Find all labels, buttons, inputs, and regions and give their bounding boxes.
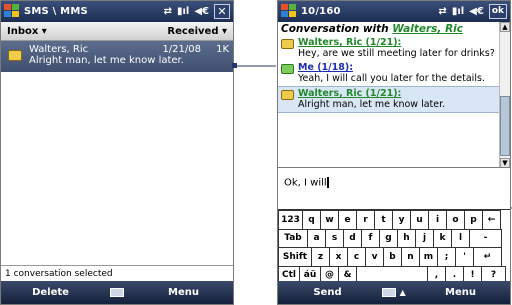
conversation-thread[interactable]: Conversation with Walters, Ric Walters, … <box>278 22 510 168</box>
text-cursor <box>326 177 329 188</box>
delete-softkey[interactable]: Delete <box>1 287 100 298</box>
key-t[interactable]: t <box>374 210 393 230</box>
key-n[interactable]: n <box>401 247 420 267</box>
incoming-envelope-icon <box>281 90 294 100</box>
thread-message-selected[interactable]: Walters, Ric (1/21): Alright man, let me… <box>278 86 510 113</box>
shift-key[interactable]: Shift <box>278 247 312 267</box>
key-z[interactable]: z <box>311 247 330 267</box>
title-bar: 10/160 ⇄ ▮ıl ◀€ ok <box>278 1 510 22</box>
keyboard-row-2: Tab a s d f g h j k l - <box>278 228 510 248</box>
connectivity-icon[interactable]: ⇄ <box>438 6 446 17</box>
conversation-title: Conversation with Walters, Ric <box>281 23 463 35</box>
message-sender: Walters, Ric <box>29 44 89 55</box>
thread-message[interactable]: Walters, Ric (1/21): Hey, are we still m… <box>278 36 510 61</box>
scroll-down-icon[interactable]: ▼ <box>500 158 510 167</box>
message-body: Hey, are we still meeting later for drin… <box>298 48 495 59</box>
menu-softkey[interactable]: Menu <box>411 287 510 298</box>
reply-text: Ok, I will <box>284 177 327 189</box>
key-apostrophe[interactable]: ' <box>455 247 474 267</box>
key-h[interactable]: h <box>397 228 416 248</box>
input-panel-button[interactable] <box>100 288 134 297</box>
key-e[interactable]: e <box>338 210 357 230</box>
keyboard-row-1: 123 q w e r t y u i o p ← <box>278 210 510 230</box>
key-w[interactable]: w <box>320 210 339 230</box>
outgoing-envelope-icon <box>281 64 294 74</box>
conversation-screen: 10/160 ⇄ ▮ıl ◀€ ok Conversation with Wal… <box>277 0 511 305</box>
close-icon[interactable]: ✕ <box>214 4 230 19</box>
contact-name-link[interactable]: Walters, Ric <box>392 23 463 35</box>
signal-icon[interactable]: ▮ıl <box>177 6 189 17</box>
volume-icon[interactable]: ◀€ <box>194 6 209 17</box>
key-v[interactable]: v <box>365 247 384 267</box>
key-hyphen[interactable]: - <box>469 228 502 248</box>
key-b[interactable]: b <box>383 247 402 267</box>
folder-dropdown[interactable]: Inbox ▾ <box>7 26 47 37</box>
windows-start-icon[interactable] <box>4 4 20 19</box>
message-date: 1/21/08 <box>162 44 201 55</box>
key-p[interactable]: p <box>464 210 483 230</box>
key-m[interactable]: m <box>419 247 438 267</box>
windows-start-icon[interactable] <box>281 4 297 19</box>
incoming-envelope-icon <box>281 39 294 49</box>
backspace-key[interactable]: ← <box>482 210 501 230</box>
softkey-bar: Delete Menu <box>1 281 233 304</box>
input-panel-button[interactable]: ▲ <box>377 287 411 298</box>
scroll-up-icon[interactable]: ▲ <box>500 22 510 32</box>
app-title: SMS \ MMS <box>24 6 88 17</box>
sort-dropdown[interactable]: Received ▾ <box>167 26 227 37</box>
message-preview: Alright man, let me know later. <box>29 55 184 66</box>
key-f[interactable]: f <box>361 228 380 248</box>
softkey-bar: Send ▲ Menu <box>278 281 510 304</box>
key-g[interactable]: g <box>379 228 398 248</box>
key-x[interactable]: x <box>329 247 348 267</box>
key-l[interactable]: l <box>451 228 470 248</box>
send-softkey[interactable]: Send <box>278 287 377 298</box>
connectivity-icon[interactable]: ⇄ <box>164 6 172 17</box>
key-q[interactable]: q <box>302 210 321 230</box>
message-body: Alright man, let me know later. <box>298 99 446 110</box>
on-screen-keyboard: 123 q w e r t y u i o p ← Tab a s d f g … <box>278 209 510 285</box>
envelope-icon <box>8 50 22 61</box>
inbox-screen: SMS \ MMS ⇄ ▮ıl ◀€ ✕ Inbox ▾ Received ▾ … <box>0 0 234 305</box>
input-method-arrow-icon[interactable]: ▲ <box>400 288 406 297</box>
key-r[interactable]: r <box>356 210 375 230</box>
menu-softkey[interactable]: Menu <box>134 287 233 298</box>
message-sender-link[interactable]: Me (1/18): <box>298 62 496 73</box>
message-sender-link[interactable]: Walters, Ric (1/21): <box>298 37 496 48</box>
key-i[interactable]: i <box>428 210 447 230</box>
tab-key[interactable]: Tab <box>278 228 308 248</box>
message-sender-link[interactable]: Walters, Ric (1/21): <box>298 88 496 99</box>
key-u[interactable]: u <box>410 210 429 230</box>
title-bar: SMS \ MMS ⇄ ▮ıl ◀€ ✕ <box>1 1 233 22</box>
key-o[interactable]: o <box>446 210 465 230</box>
reply-text-field[interactable]: Ok, I will <box>278 169 510 209</box>
message-size: 1K <box>216 44 229 55</box>
enter-key[interactable]: ↵ <box>473 247 502 267</box>
message-row-selected[interactable]: Walters, Ric 1/21/08 1K Alright man, let… <box>1 41 233 72</box>
key-j[interactable]: j <box>415 228 434 248</box>
list-header: Inbox ▾ Received ▾ <box>1 22 233 41</box>
key-d[interactable]: d <box>343 228 362 248</box>
key-k[interactable]: k <box>433 228 452 248</box>
message-body: Yeah, I will call you later for the deta… <box>298 73 485 84</box>
key-a[interactable]: a <box>307 228 326 248</box>
key-c[interactable]: c <box>347 247 366 267</box>
key-y[interactable]: y <box>392 210 411 230</box>
keyboard-icon <box>110 288 124 297</box>
keyboard-row-3: Shift z x c v b n m ; ' ↵ <box>278 247 510 267</box>
scroll-thumb[interactable] <box>500 96 510 156</box>
volume-icon[interactable]: ◀€ <box>469 6 484 17</box>
ok-button[interactable]: ok <box>488 4 507 19</box>
keyboard-icon <box>382 288 397 297</box>
key-semicolon[interactable]: ; <box>437 247 456 267</box>
key-123[interactable]: 123 <box>278 210 303 230</box>
scrollbar[interactable]: ▲ ▼ <box>499 22 510 167</box>
key-s[interactable]: s <box>325 228 344 248</box>
character-counter: 10/160 <box>301 6 341 17</box>
signal-icon[interactable]: ▮ıl <box>452 6 464 17</box>
thread-message[interactable]: Me (1/18): Yeah, I will call you later f… <box>278 61 510 86</box>
